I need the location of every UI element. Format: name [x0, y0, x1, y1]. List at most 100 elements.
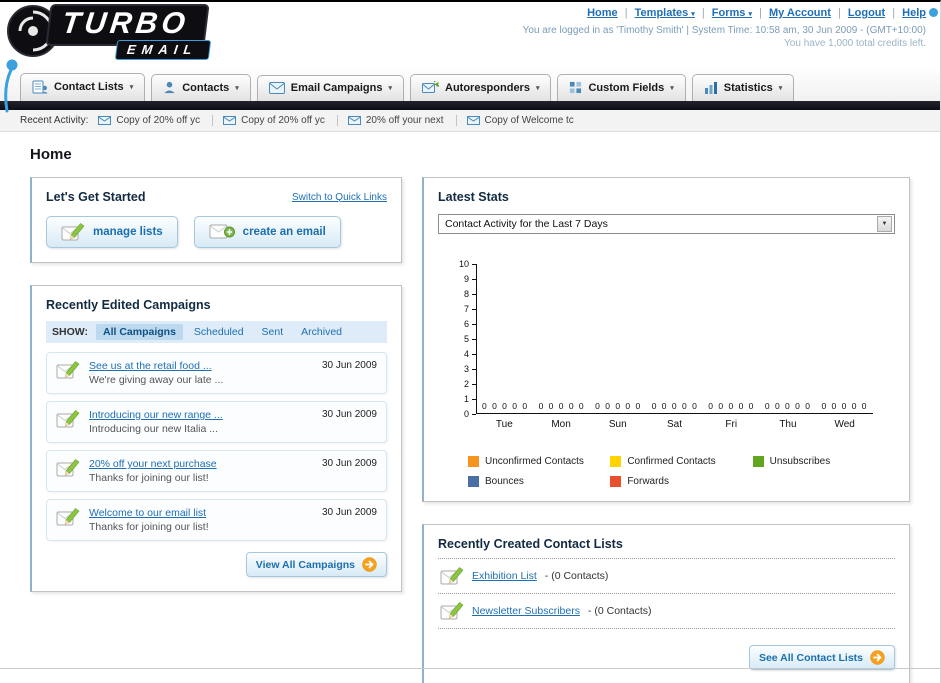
new-email-icon [208, 224, 235, 239]
nav-link-logout[interactable]: Logout [848, 7, 885, 19]
chart-plot-area: 0 0 0 0 0 0 0 0 0 0 0 0 0 0 0 0 0 0 0 0 0 0 … [476, 264, 873, 414]
stats-filter-select[interactable]: Contact Activity for the Last 7 Days ▼ [438, 214, 895, 234]
recent-activity-item[interactable]: Copy of 20% off yc [98, 115, 214, 126]
campaign-list-item[interactable]: Introducing our new range ... Introducin… [46, 401, 387, 443]
recent-activity-item[interactable]: Copy of 20% off yc [223, 115, 338, 126]
orange-arrow-icon [362, 557, 377, 572]
tab-label: Custom Fields [588, 81, 665, 94]
legend-item: Forwards [610, 476, 752, 487]
legend-item: Unconfirmed Contacts [468, 456, 610, 467]
chevron-down-icon: ▾ [691, 11, 695, 18]
nav-link-help[interactable]: Help [902, 7, 926, 19]
recent-activity-label: Recent Activity: [20, 115, 89, 126]
tab-label: Autoresponders [445, 81, 530, 94]
header-right: Home | Templates ▾ | Forms ▾ | My Accoun… [523, 7, 926, 49]
tab-contact-lists[interactable]: Contact Lists ▾ [20, 73, 146, 101]
divider: | [892, 7, 896, 19]
edit-campaign-icon [56, 410, 80, 428]
tab-autoresponders[interactable]: Autoresponders ▾ [410, 74, 552, 101]
switch-quick-links-link[interactable]: Switch to Quick Links [292, 192, 387, 203]
email-campaigns-icon [268, 82, 285, 94]
credits-text: You have 1,000 total credits left. [784, 38, 926, 49]
edit-campaign-icon [56, 508, 80, 526]
envelope-icon [98, 116, 112, 125]
campaign-date: 30 Jun 2009 [321, 507, 377, 518]
panel-title: Latest Stats [438, 190, 509, 204]
login-status-text: You are logged in as 'Timothy Smith' | S… [522, 25, 926, 36]
envelope-icon [466, 116, 480, 125]
recent-activity-item[interactable]: Copy of Welcome tc [466, 115, 586, 126]
campaign-subtitle: Introducing our new Italia ... [89, 423, 218, 435]
legend-label: Unsubscribes [769, 456, 831, 467]
main-nav: Contact Lists ▾ Contacts ▾ Email Campaig… [0, 66, 940, 101]
divider: | [759, 7, 762, 19]
button-label: See All Contact Lists [758, 651, 863, 664]
contact-list-link[interactable]: Exhibition List [472, 570, 537, 582]
campaign-filter-tabs: SHOW: All Campaigns Scheduled Sent Archi… [46, 321, 387, 343]
chart-bar-group-values: 0 0 0 0 0 [481, 401, 529, 411]
tab-statistics[interactable]: Statistics ▾ [691, 74, 795, 101]
legend-label: Unconfirmed Contacts [485, 456, 584, 467]
contact-list-item[interactable]: Exhibition List - (0 Contacts) [438, 559, 895, 594]
envelope-icon [347, 116, 361, 125]
nav-link-label: Templates [634, 7, 689, 19]
legend-item: Unsubscribes [752, 456, 895, 467]
left-column: Let's Get Started Switch to Quick Links … [30, 177, 402, 614]
legend-swatch [752, 456, 764, 467]
x-axis-label: Fri [725, 419, 738, 430]
logo-text-email: EMAIL [114, 40, 212, 60]
page-title: Home [30, 146, 72, 163]
recently-edited-campaigns-panel: Recently Edited Campaigns SHOW: All Camp… [30, 285, 402, 592]
campaign-title-link[interactable]: 20% off your next purchase [89, 458, 313, 470]
edit-list-icon [61, 223, 85, 241]
contact-list-item[interactable]: Newsletter Subscribers - (0 Contacts) [438, 594, 895, 629]
tab-all-campaigns[interactable]: All Campaigns [95, 324, 183, 340]
campaign-title-link[interactable]: Introducing our new range ... [89, 409, 313, 421]
divider: | [624, 7, 628, 19]
campaign-list-item[interactable]: Welcome to our email list Thanks for joi… [46, 499, 387, 541]
view-all-campaigns-button[interactable]: View All Campaigns [245, 552, 387, 577]
campaign-list: See us at the retail food ... We're givi… [46, 352, 387, 541]
panel-title: Recently Created Contact Lists [438, 537, 895, 559]
campaign-title-link[interactable]: Welcome to our email list [89, 507, 313, 519]
legend-item: Bounces [468, 476, 610, 487]
tab-email-campaigns[interactable]: Email Campaigns ▾ [256, 75, 404, 101]
campaign-list-item[interactable]: See us at the retail food ... We're givi… [46, 352, 387, 394]
select-value: Contact Activity for the Last 7 Days [445, 218, 608, 230]
tab-sent[interactable]: Sent [255, 324, 291, 340]
manage-lists-button[interactable]: manage lists [46, 216, 178, 248]
legend-swatch [610, 456, 622, 467]
see-all-contact-lists-button[interactable]: See All Contact Lists [748, 645, 895, 670]
recent-activity-item[interactable]: 20% off your next [347, 115, 457, 126]
edit-campaign-icon [56, 459, 80, 477]
app-logo[interactable]: TURBO EMAIL [0, 2, 260, 64]
tab-custom-fields[interactable]: Custom Fields ▾ [557, 74, 686, 101]
tab-label: Statistics [723, 81, 773, 94]
nav-link-home[interactable]: Home [587, 7, 618, 19]
nav-link-forms[interactable]: Forms ▾ [712, 7, 752, 19]
panel-title: Recently Edited Campaigns [46, 298, 211, 312]
campaign-list-item[interactable]: 20% off your next purchase Thanks for jo… [46, 450, 387, 492]
contact-activity-chart: 10 9 8 7 6 5 4 3 2 1 0 0 0 0 0 00 0 0 0 00 0 0 0 0… [438, 259, 895, 430]
tab-scheduled[interactable]: Scheduled [187, 324, 251, 340]
button-label: View All Campaigns [255, 558, 355, 571]
blue-dot-decoration [929, 8, 938, 17]
legend-swatch [468, 476, 479, 487]
nav-link-templates[interactable]: Templates ▾ [635, 7, 695, 19]
recent-activity-text: Copy of 20% off yc [116, 115, 201, 126]
campaign-title-link[interactable]: See us at the retail food ... [89, 360, 313, 372]
legend-label: Bounces [485, 476, 524, 487]
recent-activity-text: Copy of Welcome tc [484, 115, 574, 126]
contact-list-link[interactable]: Newsletter Subscribers [472, 605, 580, 617]
nav-link-my-account[interactable]: My Account [769, 7, 831, 19]
x-axis-label: Mon [551, 419, 571, 430]
tab-contacts[interactable]: Contacts ▾ [151, 74, 251, 101]
create-email-button[interactable]: create an email [193, 216, 341, 248]
recently-created-contact-lists-panel: Recently Created Contact Lists Exhibitio… [422, 524, 910, 683]
top-nav: Home | Templates ▾ | Forms ▾ | My Accoun… [523, 7, 926, 19]
tab-archived[interactable]: Archived [294, 324, 349, 340]
chevron-down-icon: ▾ [535, 84, 540, 92]
show-label: SHOW: [52, 326, 88, 338]
legend-label: Confirmed Contacts [627, 456, 716, 467]
get-started-panel: Let's Get Started Switch to Quick Links … [30, 177, 402, 263]
